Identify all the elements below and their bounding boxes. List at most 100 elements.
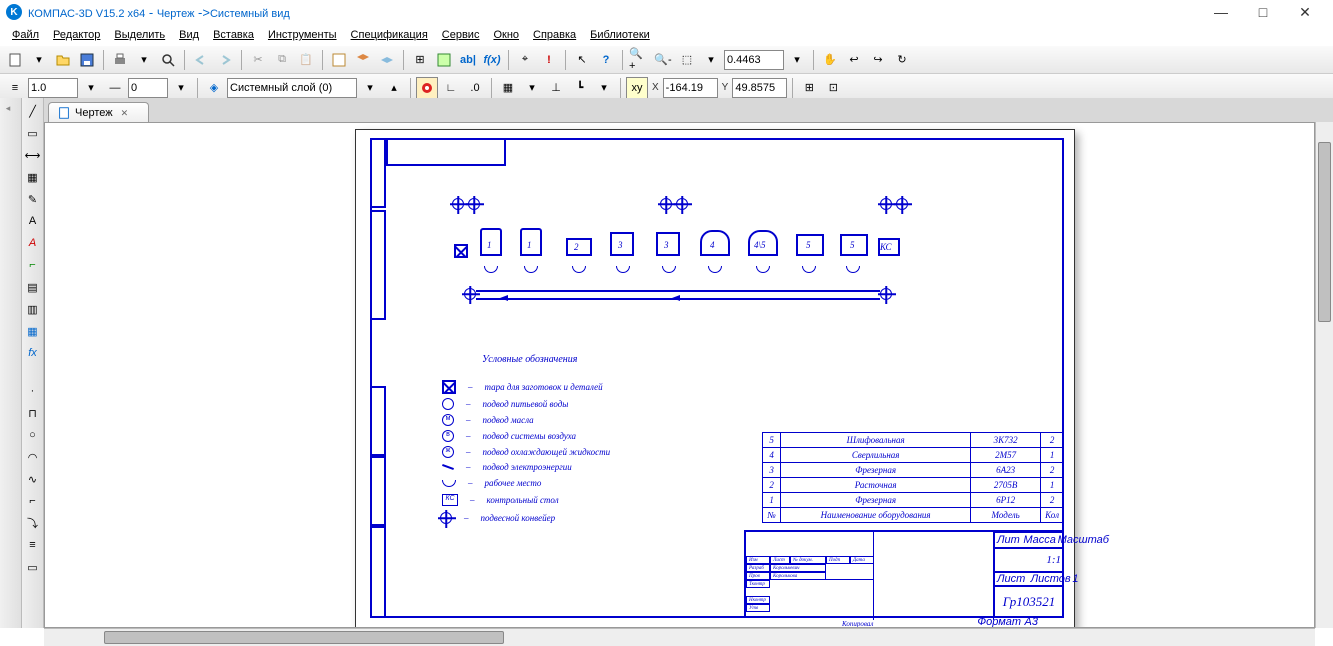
menu-select[interactable]: Выделить — [108, 27, 171, 43]
snap-button[interactable] — [416, 77, 438, 99]
zoom-spinner[interactable]: ▾ — [786, 49, 808, 71]
scrollbar-vertical[interactable] — [1315, 122, 1333, 628]
scroll-thumb-h[interactable] — [104, 631, 504, 644]
scroll-thumb-v[interactable] — [1318, 142, 1331, 322]
zoom-in-button[interactable]: 🔍+ — [628, 49, 650, 71]
xy-button[interactable]: xy — [626, 77, 648, 99]
menu-view[interactable]: Вид — [173, 27, 205, 43]
menu-insert[interactable]: Вставка — [207, 27, 260, 43]
menu-libraries[interactable]: Библиотеки — [584, 27, 656, 43]
legend-row-1: –подвод питьевой воды — [442, 398, 568, 410]
fx-tool[interactable]: fx — [24, 344, 42, 362]
paste-button[interactable]: 📋 — [295, 49, 317, 71]
props-button[interactable] — [328, 49, 350, 71]
ortho-button[interactable]: ∟ — [440, 77, 462, 99]
coord-panel-button[interactable]: ⊞ — [798, 77, 820, 99]
zoom-dd-button[interactable]: ▾ — [700, 49, 722, 71]
zoom-frame-button[interactable]: ⬚ — [676, 49, 698, 71]
preview-button[interactable] — [157, 49, 179, 71]
point-tool[interactable]: · — [24, 382, 42, 400]
menu-editor[interactable]: Редактор — [47, 27, 106, 43]
menu-window[interactable]: Окно — [487, 27, 525, 43]
more-tool[interactable]: ≡ — [24, 536, 42, 554]
grid-dd[interactable]: ▾ — [521, 77, 543, 99]
tbl2-tool[interactable]: ▥ — [24, 300, 42, 318]
draw-tool[interactable]: ✎ — [24, 190, 42, 208]
zoom-input[interactable] — [724, 50, 784, 70]
text-tool[interactable]: A — [24, 234, 42, 252]
hatch-tool[interactable]: ▦ — [24, 168, 42, 186]
menu-file[interactable]: Файл — [6, 27, 45, 43]
seg-tool[interactable]: ⊓ — [24, 404, 42, 422]
new-dd-button[interactable]: ▾ — [28, 49, 50, 71]
layers2-button[interactable] — [376, 49, 398, 71]
document-tab[interactable]: Чертеж ✕ — [48, 102, 149, 123]
rect-tool[interactable]: ▭ — [24, 124, 42, 142]
layer-icon[interactable]: ◈ — [203, 77, 225, 99]
lcs-dd[interactable]: ▾ — [593, 77, 615, 99]
tbl3-tool[interactable]: ▦ — [24, 322, 42, 340]
cut-button[interactable]: ✂ — [247, 49, 269, 71]
close-button[interactable]: ✕ — [1293, 4, 1317, 21]
copy-button[interactable]: ⧉ — [271, 49, 293, 71]
fx-button[interactable]: f(x) — [481, 49, 503, 71]
scrollbar-horizontal[interactable] — [44, 628, 1315, 646]
step-input[interactable] — [128, 78, 168, 98]
coord-x-input[interactable] — [663, 78, 718, 98]
pan-button[interactable]: ✋ — [819, 49, 841, 71]
arc2-tool[interactable]: ◠ — [24, 448, 42, 466]
minimize-button[interactable]: — — [1209, 4, 1233, 21]
tree-button[interactable]: ⊞ — [409, 49, 431, 71]
layers-button[interactable] — [352, 49, 374, 71]
workspace[interactable]: 1 1 2 3 3 4 4\5 5 5 КС — [44, 122, 1315, 628]
scale-input[interactable] — [28, 78, 78, 98]
zoom-next-button[interactable]: ↪ — [867, 49, 889, 71]
circle-tool[interactable]: ○ — [24, 426, 42, 444]
fillet-tool[interactable]: ⌐ — [24, 492, 42, 510]
exit-tool[interactable]: ⤵ — [24, 514, 42, 532]
lcs-button[interactable]: ┗ — [569, 77, 591, 99]
var-button[interactable]: ab| — [457, 49, 479, 71]
scale-dd[interactable]: ▾ — [80, 77, 102, 99]
pointer-button[interactable]: ↖ — [571, 49, 593, 71]
more2-tool[interactable]: ▭ — [24, 558, 42, 576]
refresh-button[interactable]: ↻ — [891, 49, 913, 71]
coord-sys-button[interactable]: ⊡ — [822, 77, 844, 99]
maximize-button[interactable]: □ — [1251, 4, 1275, 21]
param-button[interactable] — [433, 49, 455, 71]
line-tool[interactable]: ╱ — [24, 102, 42, 120]
zoom-out-button[interactable]: 🔍- — [652, 49, 674, 71]
print-dd-button[interactable]: ▾ — [133, 49, 155, 71]
layer-dd[interactable]: ▾ — [359, 77, 381, 99]
round-button[interactable]: .0 — [464, 77, 486, 99]
redo-button[interactable] — [214, 49, 236, 71]
menu-spec[interactable]: Спецификация — [345, 27, 434, 43]
coord-y-input[interactable] — [732, 78, 787, 98]
help-button[interactable]: ? — [595, 49, 617, 71]
edit-tool[interactable]: A — [24, 212, 42, 230]
snap-toggle-button[interactable]: ⊥ — [545, 77, 567, 99]
save-button[interactable] — [76, 49, 98, 71]
line-style-button[interactable]: ≡ — [4, 77, 26, 99]
menu-service[interactable]: Сервис — [436, 27, 486, 43]
left-rail-collapsed[interactable]: ◂ — [0, 98, 22, 628]
open-button[interactable] — [52, 49, 74, 71]
line-color-button[interactable]: — — [104, 77, 126, 99]
spline-tool[interactable]: ∿ — [24, 470, 42, 488]
layer-prev-button[interactable]: ▴ — [383, 77, 405, 99]
dim-tool[interactable]: ⟷ — [24, 146, 42, 164]
menu-tools[interactable]: Инструменты — [262, 27, 343, 43]
stop-button[interactable]: ! — [538, 49, 560, 71]
tab-close-icon[interactable]: ✕ — [121, 108, 129, 119]
measure-button[interactable]: ⌖ — [514, 49, 536, 71]
menu-help[interactable]: Справка — [527, 27, 582, 43]
print-button[interactable] — [109, 49, 131, 71]
new-button[interactable] — [4, 49, 26, 71]
grid-button[interactable]: ▦ — [497, 77, 519, 99]
zoom-prev-button[interactable]: ↩ — [843, 49, 865, 71]
undo-button[interactable] — [190, 49, 212, 71]
step-dd[interactable]: ▾ — [170, 77, 192, 99]
arc-tool[interactable]: ⌐ — [24, 256, 42, 274]
layer-input[interactable] — [227, 78, 357, 98]
tbl-tool[interactable]: ▤ — [24, 278, 42, 296]
